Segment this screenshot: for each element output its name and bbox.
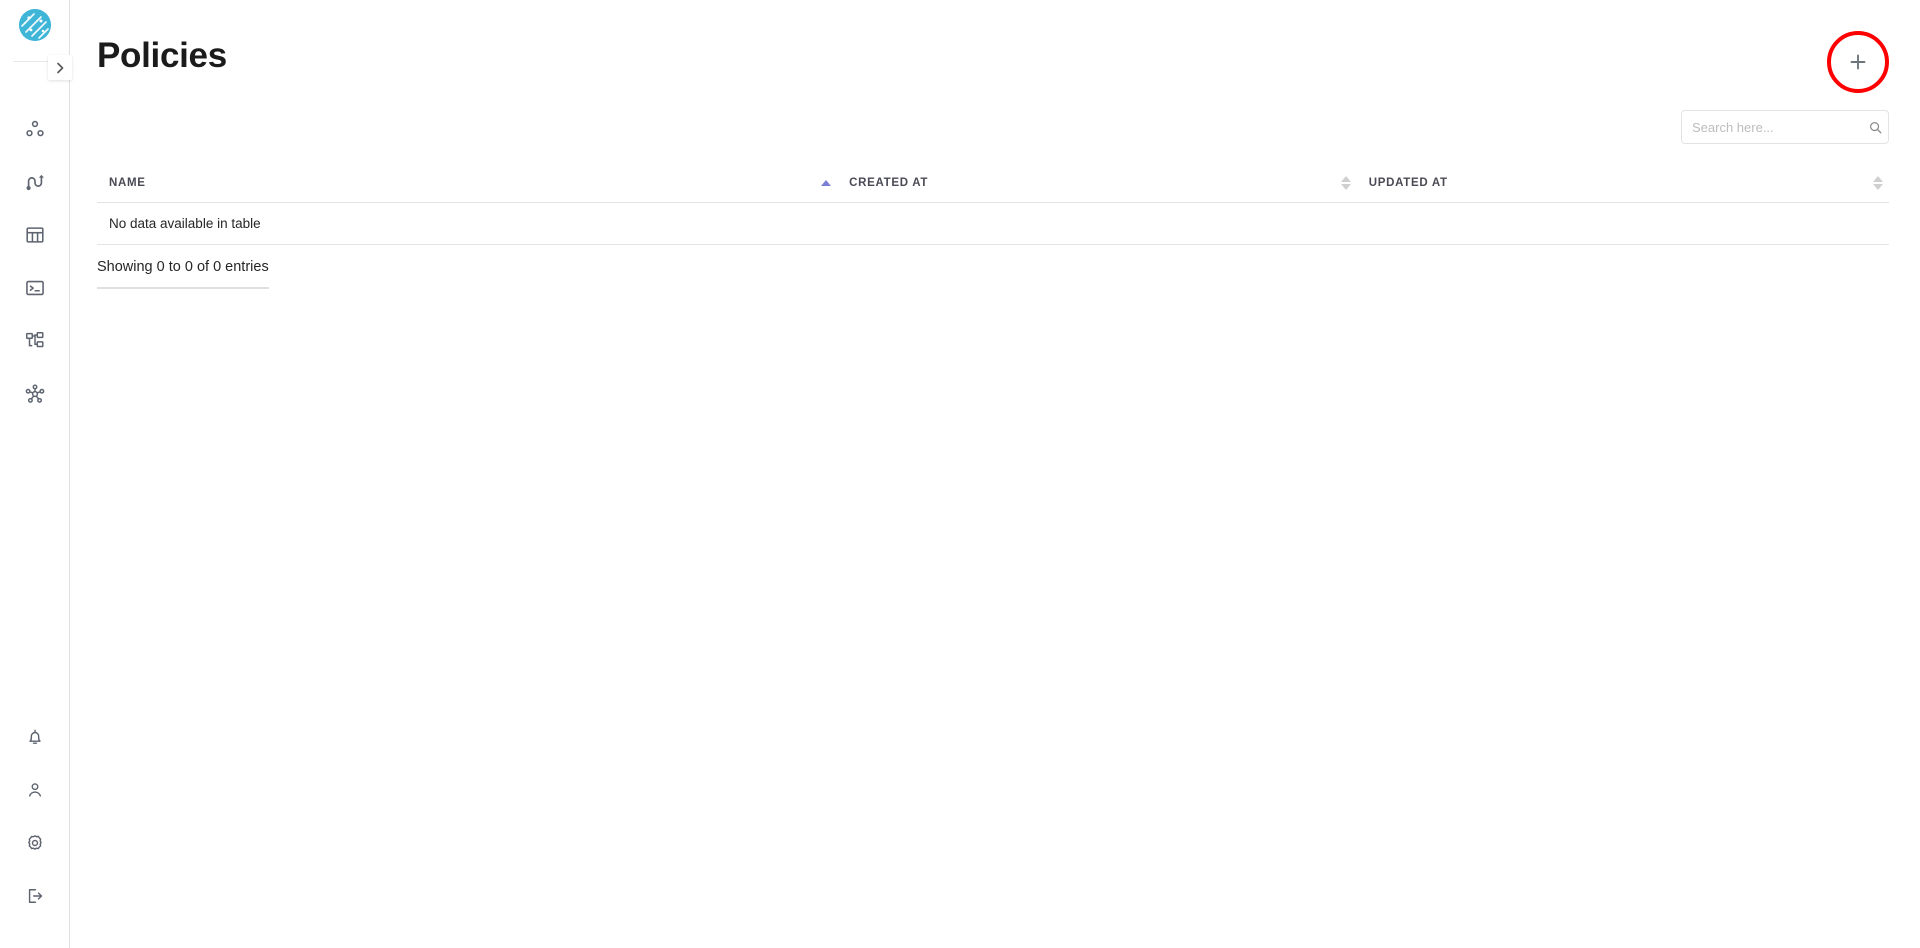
search-input[interactable] — [1692, 111, 1868, 143]
sidebar-item-topology[interactable] — [0, 314, 70, 367]
add-policy-button[interactable] — [1838, 42, 1878, 82]
page-header: Policies — [70, 0, 1920, 110]
user-profile-icon — [28, 782, 41, 797]
sort-desc-triangle-icon — [1873, 183, 1883, 190]
empty-state-message: No data available in table — [97, 202, 1889, 245]
table-head: NAME CREATED AT UPDATED AT — [97, 164, 1889, 203]
sidebar-nav-top — [0, 102, 70, 420]
logout-icon — [28, 888, 42, 903]
gear-settings-icon — [27, 834, 42, 850]
search-row — [97, 110, 1889, 156]
table-body: No data available in table — [97, 202, 1889, 245]
sort-indicator-created-at[interactable] — [1340, 175, 1351, 191]
sort-indicator-updated-at[interactable] — [1873, 175, 1883, 191]
sort-indicator-name[interactable] — [821, 175, 832, 191]
chevron-right-icon — [57, 62, 64, 73]
column-header-created-at[interactable]: CREATED AT — [837, 164, 1357, 203]
terminal-console-icon — [25, 280, 44, 295]
sort-desc-triangle-icon — [1340, 183, 1351, 190]
sidebar-item-settings[interactable] — [0, 816, 70, 869]
table-footer: Showing 0 to 0 of 0 entries — [97, 245, 1889, 289]
sidebar-expand-button[interactable] — [48, 55, 72, 80]
sidebar-item-network[interactable] — [0, 367, 70, 420]
search-icon[interactable] — [1868, 120, 1883, 135]
sidebar-item-notifications[interactable] — [0, 710, 70, 763]
table-header-row: NAME CREATED AT UPDATED AT — [97, 164, 1889, 203]
bell-notification-icon — [28, 729, 41, 744]
sidebar-item-tables[interactable] — [0, 208, 70, 261]
sort-asc-triangle-icon — [821, 179, 832, 186]
sidebar-item-profile[interactable] — [0, 763, 70, 816]
column-header-updated-at-label: UPDATED AT — [1368, 176, 1448, 189]
logo-container[interactable] — [0, 0, 70, 49]
sidebar-item-clusters[interactable] — [0, 102, 70, 155]
page-title: Policies — [97, 36, 227, 75]
sort-asc-triangle-icon — [1873, 175, 1883, 182]
column-header-updated-at[interactable]: UPDATED AT — [1356, 164, 1889, 203]
column-header-name-label: NAME — [109, 176, 146, 189]
policies-table: NAME CREATED AT UPDATED AT No data avail… — [97, 164, 1889, 245]
app-root: Policies Search here... NAME CREATED AT … — [0, 0, 1920, 948]
app-logo-icon — [18, 8, 51, 41]
cluster-nodes-icon — [25, 120, 44, 136]
add-button-annotation-ring — [1827, 31, 1889, 93]
search-box[interactable] — [1681, 110, 1889, 144]
pipeline-flow-icon — [26, 174, 44, 190]
sidebar — [0, 0, 72, 948]
main-content: Policies Search here... NAME CREATED AT … — [70, 0, 1920, 948]
table-grid-icon — [25, 226, 44, 243]
sitemap-hierarchy-icon — [25, 331, 44, 347]
table-entries-info: Showing 0 to 0 of 0 entries — [97, 259, 269, 289]
table-row-empty: No data available in table — [97, 202, 1889, 245]
column-header-name[interactable]: NAME — [97, 164, 838, 203]
sort-asc-triangle-icon — [1340, 175, 1351, 182]
sidebar-item-logout[interactable] — [0, 869, 70, 922]
sidebar-item-console[interactable] — [0, 261, 70, 314]
policies-table-container: NAME CREATED AT UPDATED AT No data avail… — [97, 164, 1889, 289]
column-header-created-at-label: CREATED AT — [849, 176, 929, 189]
sidebar-nav-bottom — [0, 710, 70, 922]
sidebar-item-pipelines[interactable] — [0, 155, 70, 208]
plus-icon — [1850, 54, 1866, 70]
network-hub-icon — [25, 383, 44, 403]
